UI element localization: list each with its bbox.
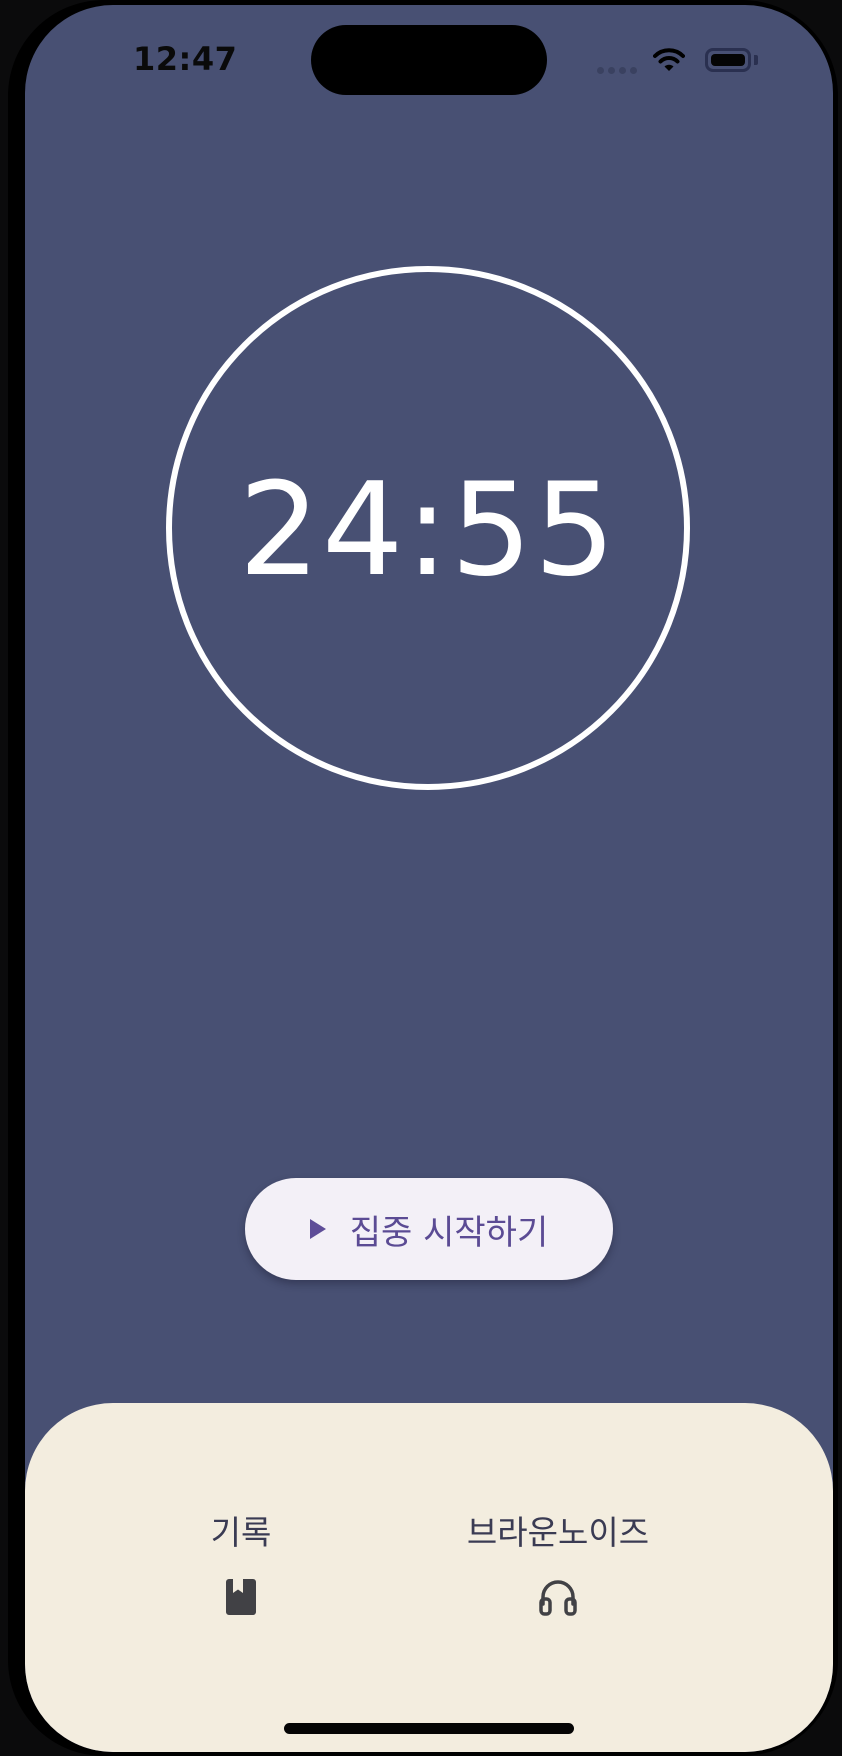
- nav-item-brown-noise[interactable]: 브라운노이즈: [428, 1513, 688, 1619]
- device-frame: 12:47 24:55 집중 시작하기 기록 브라운노이즈: [8, 0, 838, 1756]
- timer-display: 24:55: [238, 455, 618, 605]
- headphones-icon: [536, 1575, 580, 1619]
- nav-item-records[interactable]: 기록: [111, 1513, 371, 1619]
- app-screen: 12:47 24:55 집중 시작하기 기록 브라운노이즈: [25, 5, 833, 1752]
- start-focus-label: 집중 시작하기: [349, 1212, 549, 1253]
- battery-icon: [705, 48, 751, 72]
- nav-label-brown-noise: 브라운노이즈: [466, 1513, 650, 1552]
- dynamic-island: [311, 25, 547, 95]
- book-icon: [219, 1575, 263, 1619]
- cellular-signal-icon: [597, 67, 637, 74]
- status-time: 12:47: [133, 40, 238, 78]
- start-focus-button[interactable]: 집중 시작하기: [245, 1178, 613, 1280]
- bottom-navigation-panel: 기록 브라운노이즈: [25, 1403, 833, 1752]
- timer-ring: 24:55: [166, 266, 690, 790]
- battery-tip: [754, 55, 758, 65]
- play-icon: [309, 1219, 326, 1239]
- nav-label-records: 기록: [210, 1513, 272, 1552]
- stage: 12:47 24:55 집중 시작하기 기록 브라운노이즈: [0, 0, 842, 1756]
- home-indicator[interactable]: [284, 1723, 574, 1734]
- wifi-icon: [653, 47, 685, 77]
